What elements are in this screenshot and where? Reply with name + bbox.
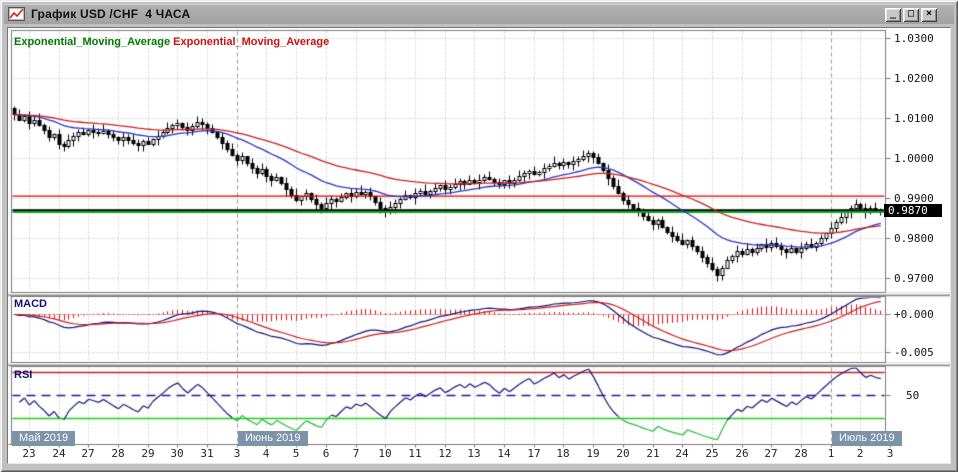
price-axis-label: 1.0000 — [894, 153, 934, 165]
maximize-button[interactable]: □ — [903, 8, 919, 22]
chart-client-area: Exponential_Moving_Average Exponential_M… — [7, 27, 951, 464]
indicator-legend: Exponential_Moving_Average Exponential_M… — [14, 36, 329, 48]
date-axis-label: 26 — [735, 448, 748, 460]
month-label: Июнь 2019 — [238, 431, 308, 446]
price-axis-label: 1.0300 — [894, 33, 934, 45]
date-axis-label: 19 — [586, 448, 599, 460]
date-axis-label: 31 — [200, 448, 213, 460]
date-axis-label: 3 — [887, 448, 894, 460]
month-label: Июль 2019 — [832, 431, 902, 446]
date-axis-label: 2 — [857, 448, 864, 460]
window-controls: _ □ × — [885, 8, 937, 22]
date-axis-label: 23 — [22, 448, 35, 460]
date-axis-label: 3 — [234, 448, 241, 460]
date-axis-label: 25 — [705, 448, 718, 460]
date-axis-label: 14 — [497, 448, 510, 460]
date-axis-label: 27 — [764, 448, 777, 460]
date-axis-label: 4 — [263, 448, 270, 460]
chart-window: График USD /CHF 4 ЧАСА _ □ × Exponential… — [0, 0, 958, 472]
date-axis-label: 1 — [828, 448, 835, 460]
date-axis-label: 10 — [378, 448, 391, 460]
macd-panel-label: MACD — [14, 298, 47, 310]
current-price-badge: 0.9870 — [884, 204, 942, 217]
date-axis-label: 18 — [556, 448, 569, 460]
macd-axis-label: -0.005 — [894, 347, 934, 359]
price-axis-label: 1.0100 — [894, 113, 934, 125]
date-axis-label: 30 — [170, 448, 183, 460]
date-axis-label: 13 — [467, 448, 480, 460]
date-axis-label: 29 — [141, 448, 154, 460]
close-button[interactable]: × — [921, 8, 937, 22]
date-axis-label: 7 — [353, 448, 360, 460]
date-axis-label: 12 — [438, 448, 451, 460]
title-bar[interactable]: График USD /CHF 4 ЧАСА _ □ × — [4, 4, 954, 24]
date-axis-label: 5 — [293, 448, 300, 460]
price-axis-label: 0.9900 — [894, 193, 934, 205]
date-axis-label: 6 — [323, 448, 330, 460]
date-axis-label: 24 — [52, 448, 65, 460]
candlestick-chart-canvas[interactable] — [8, 28, 950, 463]
date-axis-label: 21 — [646, 448, 659, 460]
date-axis-label: 28 — [794, 448, 807, 460]
date-axis-label: 24 — [675, 448, 688, 460]
rsi-panel-label: RSI — [14, 369, 32, 381]
month-label: Май 2019 — [12, 431, 75, 446]
price-axis-label: 1.0200 — [894, 73, 934, 85]
minimize-button[interactable]: _ — [885, 8, 901, 22]
date-axis-label: 28 — [111, 448, 124, 460]
legend-ema-fast: Exponential_Moving_Average — [14, 36, 170, 48]
legend-ema-slow: Exponential_Moving_Average — [173, 36, 329, 48]
price-axis-label: 0.9700 — [894, 273, 934, 285]
rsi-axis-label: 50 — [906, 390, 919, 402]
chart-window-icon — [8, 7, 25, 21]
window-title: График USD /CHF 4 ЧАСА — [31, 7, 190, 21]
date-axis-label: 17 — [527, 448, 540, 460]
price-axis-label: 0.9800 — [894, 233, 934, 245]
macd-axis-label: +0.000 — [894, 309, 934, 321]
date-axis-label: 11 — [408, 448, 421, 460]
date-axis-label: 20 — [616, 448, 629, 460]
date-axis-label: 27 — [81, 448, 94, 460]
